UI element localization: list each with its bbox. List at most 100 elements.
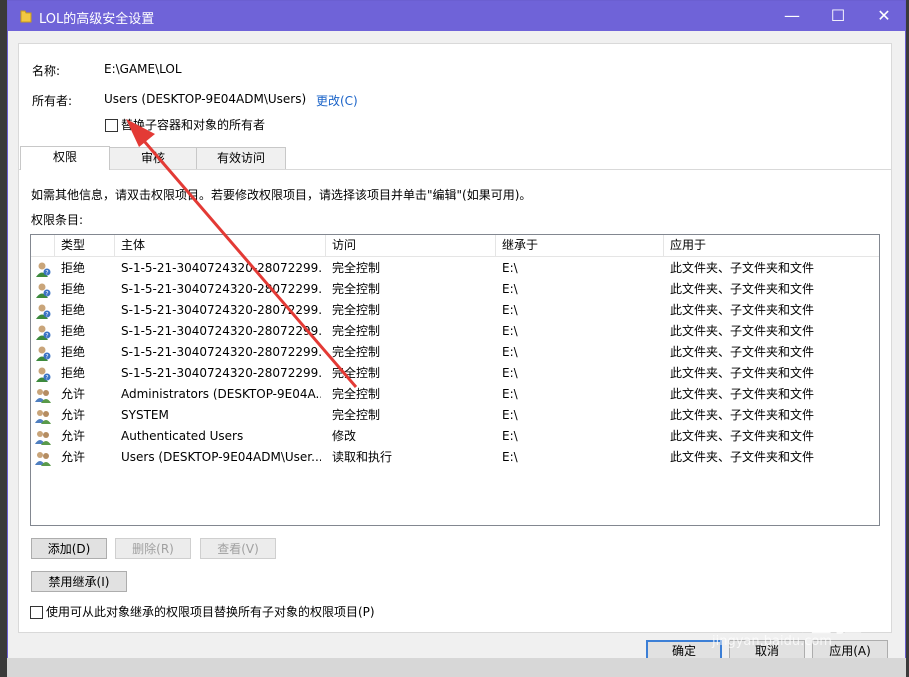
cell-applies: 此文件夹、子文件夹和文件 xyxy=(670,345,815,359)
disable-inheritance-button[interactable]: 禁用继承(I) xyxy=(31,571,127,592)
cell-applies: 此文件夹、子文件夹和文件 xyxy=(670,282,815,296)
tab-permissions[interactable]: 权限 xyxy=(20,146,110,170)
name-label: 名称: xyxy=(32,64,61,78)
cell-inherited: E:\ xyxy=(502,345,518,359)
table-row[interactable]: ? 拒绝 S-1-5-21-3040724320-28072299... 完全控制 E:… xyxy=(31,279,879,300)
cell-access: 读取和执行 xyxy=(332,450,393,464)
cell-access: 完全控制 xyxy=(332,345,381,359)
svg-text:?: ? xyxy=(45,333,48,340)
add-button[interactable]: 添加(D) xyxy=(31,538,107,559)
cell-type: 拒绝 xyxy=(61,282,86,296)
cell-principal: Authenticated Users xyxy=(121,429,244,443)
unknown-user-icon: ? xyxy=(36,262,51,277)
cell-principal: S-1-5-21-3040724320-28072299... xyxy=(121,261,321,275)
table-row[interactable]: ? 拒绝 S-1-5-21-3040724320-28072299... 完全控制 E:… xyxy=(31,321,879,342)
table-row[interactable]: 允许 Authenticated Users 修改 E:\ 此文件夹、子文件夹和文件 xyxy=(31,426,879,447)
replace-child-permissions-checkbox[interactable] xyxy=(30,606,43,619)
change-owner-link[interactable]: 更改(C) xyxy=(316,92,358,109)
cell-type: 允许 xyxy=(61,408,86,422)
svg-text:?: ? xyxy=(45,375,48,382)
cell-applies: 此文件夹、子文件夹和文件 xyxy=(670,261,815,275)
permission-entries-table[interactable]: 类型 主体 访问 继承于 应用于 ? 拒绝 S-1-5-21-3040724320-… xyxy=(30,234,880,526)
cell-applies: 此文件夹、子文件夹和文件 xyxy=(670,366,815,380)
cell-principal: SYSTEM xyxy=(121,408,169,422)
cell-applies: 此文件夹、子文件夹和文件 xyxy=(670,429,815,443)
cell-type: 拒绝 xyxy=(61,366,86,380)
folder-icon xyxy=(20,10,32,23)
cell-type: 允许 xyxy=(61,450,86,464)
header-principal[interactable]: 主体 xyxy=(115,235,326,256)
svg-text:?: ? xyxy=(45,270,48,277)
cell-type: 拒绝 xyxy=(61,261,86,275)
owner-label: 所有者: xyxy=(32,94,73,108)
svg-text:?: ? xyxy=(45,291,48,298)
cell-principal: Administrators (DESKTOP-9E04A... xyxy=(121,387,321,401)
tab-effective-access[interactable]: 有效访问 xyxy=(196,147,286,169)
unknown-user-icon: ? xyxy=(36,367,51,382)
group-icon xyxy=(35,431,51,445)
group-icon xyxy=(35,452,51,466)
cell-access: 完全控制 xyxy=(332,387,381,401)
header-applies-to[interactable]: 应用于 xyxy=(664,235,879,256)
cell-inherited: E:\ xyxy=(502,324,518,338)
unknown-user-icon: ? xyxy=(36,346,51,361)
cell-type: 拒绝 xyxy=(61,303,86,317)
cell-inherited: E:\ xyxy=(502,408,518,422)
entries-label: 权限条目: xyxy=(31,213,84,227)
cell-applies: 此文件夹、子文件夹和文件 xyxy=(670,408,815,422)
table-row[interactable]: ? 拒绝 S-1-5-21-3040724320-28072299... 完全控制 E:… xyxy=(31,258,879,279)
cell-inherited: E:\ xyxy=(502,450,518,464)
tab-auditing[interactable]: 审核 xyxy=(108,147,198,169)
cell-inherited: E:\ xyxy=(502,366,518,380)
unknown-user-icon: ? xyxy=(36,283,51,298)
cell-inherited: E:\ xyxy=(502,282,518,296)
cell-principal: S-1-5-21-3040724320-28072299... xyxy=(121,324,321,338)
cell-inherited: E:\ xyxy=(502,429,518,443)
close-button[interactable]: ✕ xyxy=(861,1,907,31)
cell-type: 拒绝 xyxy=(61,345,86,359)
cell-applies: 此文件夹、子文件夹和文件 xyxy=(670,387,815,401)
title-bar: LOL的高级安全设置 — ☐ ✕ xyxy=(8,1,905,31)
svg-text:?: ? xyxy=(45,312,48,319)
header-access[interactable]: 访问 xyxy=(326,235,496,256)
minimize-button[interactable]: — xyxy=(769,1,815,31)
cell-access: 完全控制 xyxy=(332,261,381,275)
table-row[interactable]: 允许 Users (DESKTOP-9E04ADM\User... 读取和执行 E:\… xyxy=(31,447,879,468)
hint-text: 如需其他信息，请双击权限项目。若要修改权限项目，请选择该项目并单击"编辑"(如果… xyxy=(31,188,532,202)
cell-access: 完全控制 xyxy=(332,282,381,296)
cell-access: 完全控制 xyxy=(332,408,381,422)
unknown-user-icon: ? xyxy=(36,325,51,340)
cell-principal: Users (DESKTOP-9E04ADM\User... xyxy=(121,450,321,464)
cell-access: 完全控制 xyxy=(332,303,381,317)
cell-access: 修改 xyxy=(332,429,357,443)
cell-inherited: E:\ xyxy=(502,387,518,401)
header-type[interactable]: 类型 xyxy=(55,235,115,256)
table-row[interactable]: ? 拒绝 S-1-5-21-3040724320-28072299... 完全控制 E:… xyxy=(31,342,879,363)
header-inherited-from[interactable]: 继承于 xyxy=(496,235,664,256)
replace-owner-label: 替换子容器和对象的所有者 xyxy=(121,118,266,132)
table-row[interactable]: 允许 Administrators (DESKTOP-9E04A... 完全控制 E:… xyxy=(31,384,879,405)
cell-access: 完全控制 xyxy=(332,366,381,380)
background-window-strip xyxy=(7,658,906,677)
cell-applies: 此文件夹、子文件夹和文件 xyxy=(670,303,815,317)
remove-button[interactable]: 删除(R) xyxy=(115,538,191,559)
cell-applies: 此文件夹、子文件夹和文件 xyxy=(670,324,815,338)
cell-access: 完全控制 xyxy=(332,324,381,338)
cell-principal: S-1-5-21-3040724320-28072299... xyxy=(121,282,321,296)
table-row[interactable]: ? 拒绝 S-1-5-21-3040724320-28072299... 完全控制 E:… xyxy=(31,363,879,384)
watermark-url: jingyan.baidu.com xyxy=(712,634,832,649)
group-icon xyxy=(35,389,51,403)
cell-principal: S-1-5-21-3040724320-28072299... xyxy=(121,345,321,359)
replace-child-permissions-label: 使用可从此对象继承的权限项目替换所有子对象的权限项目(P) xyxy=(46,605,375,619)
table-row[interactable]: 允许 SYSTEM 完全控制 E:\ 此文件夹、子文件夹和文件 xyxy=(31,405,879,426)
cell-principal: S-1-5-21-3040724320-28072299... xyxy=(121,366,321,380)
cell-type: 允许 xyxy=(61,429,86,443)
name-value: E:\GAME\LOL xyxy=(104,62,182,76)
cell-applies: 此文件夹、子文件夹和文件 xyxy=(670,450,815,464)
replace-owner-checkbox[interactable] xyxy=(105,119,118,132)
view-button[interactable]: 查看(V) xyxy=(200,538,276,559)
cell-inherited: E:\ xyxy=(502,261,518,275)
owner-value: Users (DESKTOP-9E04ADM\Users) xyxy=(104,92,307,106)
maximize-button[interactable]: ☐ xyxy=(815,1,861,31)
table-row[interactable]: ? 拒绝 S-1-5-21-3040724320-28072299... 完全控制 E:… xyxy=(31,300,879,321)
